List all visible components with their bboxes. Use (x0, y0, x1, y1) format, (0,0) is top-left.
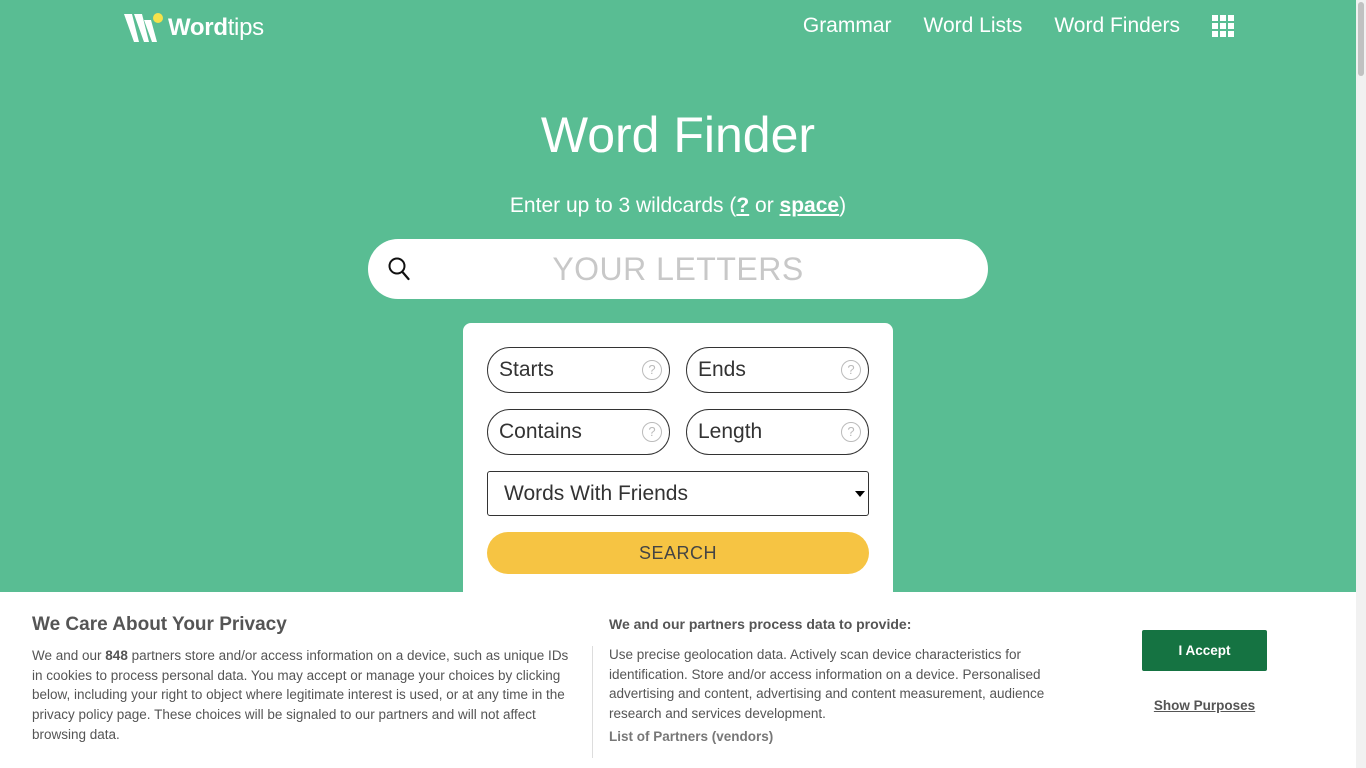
search-icon (388, 257, 410, 281)
wildcard-space-link[interactable]: space (780, 194, 840, 217)
ends-input[interactable] (698, 348, 838, 392)
contains-field: ? (487, 409, 670, 455)
advanced-filters-panel: ? ? ? ? Words With Friends SEARCH (463, 323, 893, 613)
letters-input[interactable] (428, 239, 928, 299)
purposes-title: We and our partners process data to prov… (609, 616, 912, 632)
consent-divider (592, 646, 593, 758)
wordtips-logo[interactable]: Wordtips (124, 12, 264, 44)
search-button[interactable]: SEARCH (487, 532, 869, 574)
help-icon[interactable]: ? (841, 360, 861, 380)
consent-description: We and our 848 partners store and/or acc… (32, 648, 569, 742)
help-icon[interactable]: ? (642, 360, 662, 380)
site-header: Wordtips Grammar Word Lists Word Finders (0, 0, 1356, 56)
ends-field: ? (686, 347, 869, 393)
length-input[interactable] (698, 410, 838, 454)
nav-word-lists[interactable]: Word Lists (924, 14, 1023, 38)
length-field: ? (686, 409, 869, 455)
show-purposes-link[interactable]: Show Purposes (1142, 698, 1267, 713)
nav-grammar[interactable]: Grammar (803, 14, 892, 38)
chevron-down-icon (855, 491, 865, 497)
privacy-consent-banner: We Care About Your Privacy We and our 84… (0, 592, 1356, 768)
dictionary-selected-value: Words With Friends (504, 482, 688, 505)
dictionary-select[interactable]: Words With Friends (487, 471, 869, 516)
letters-search-box (368, 239, 988, 299)
consent-title: We Care About Your Privacy (32, 614, 287, 635)
accept-button[interactable]: I Accept (1142, 630, 1267, 671)
page-title: Word Finder (540, 107, 816, 163)
partner-count: 848 (105, 648, 128, 663)
help-icon[interactable]: ? (841, 422, 861, 442)
wildcard-hint: Enter up to 3 wildcards (? or space) (509, 194, 847, 217)
main-nav: Grammar Word Lists Word Finders (803, 14, 1234, 38)
nav-word-finders[interactable]: Word Finders (1054, 14, 1180, 38)
starts-field: ? (487, 347, 670, 393)
wildcard-question-link[interactable]: ? (736, 194, 749, 217)
purposes-text: Use precise geolocation data. Actively s… (609, 647, 1045, 722)
scrollbar-thumb[interactable] (1358, 2, 1364, 76)
logo-text: Wordtips (168, 14, 264, 41)
page-scrollbar[interactable] (1356, 0, 1366, 768)
contains-input[interactable] (499, 410, 639, 454)
wordtips-logo-icon (124, 13, 163, 42)
help-icon[interactable]: ? (642, 422, 662, 442)
grid-menu-icon[interactable] (1212, 15, 1234, 37)
vendors-link[interactable]: List of Partners (vendors) (609, 729, 773, 744)
starts-input[interactable] (499, 348, 639, 392)
